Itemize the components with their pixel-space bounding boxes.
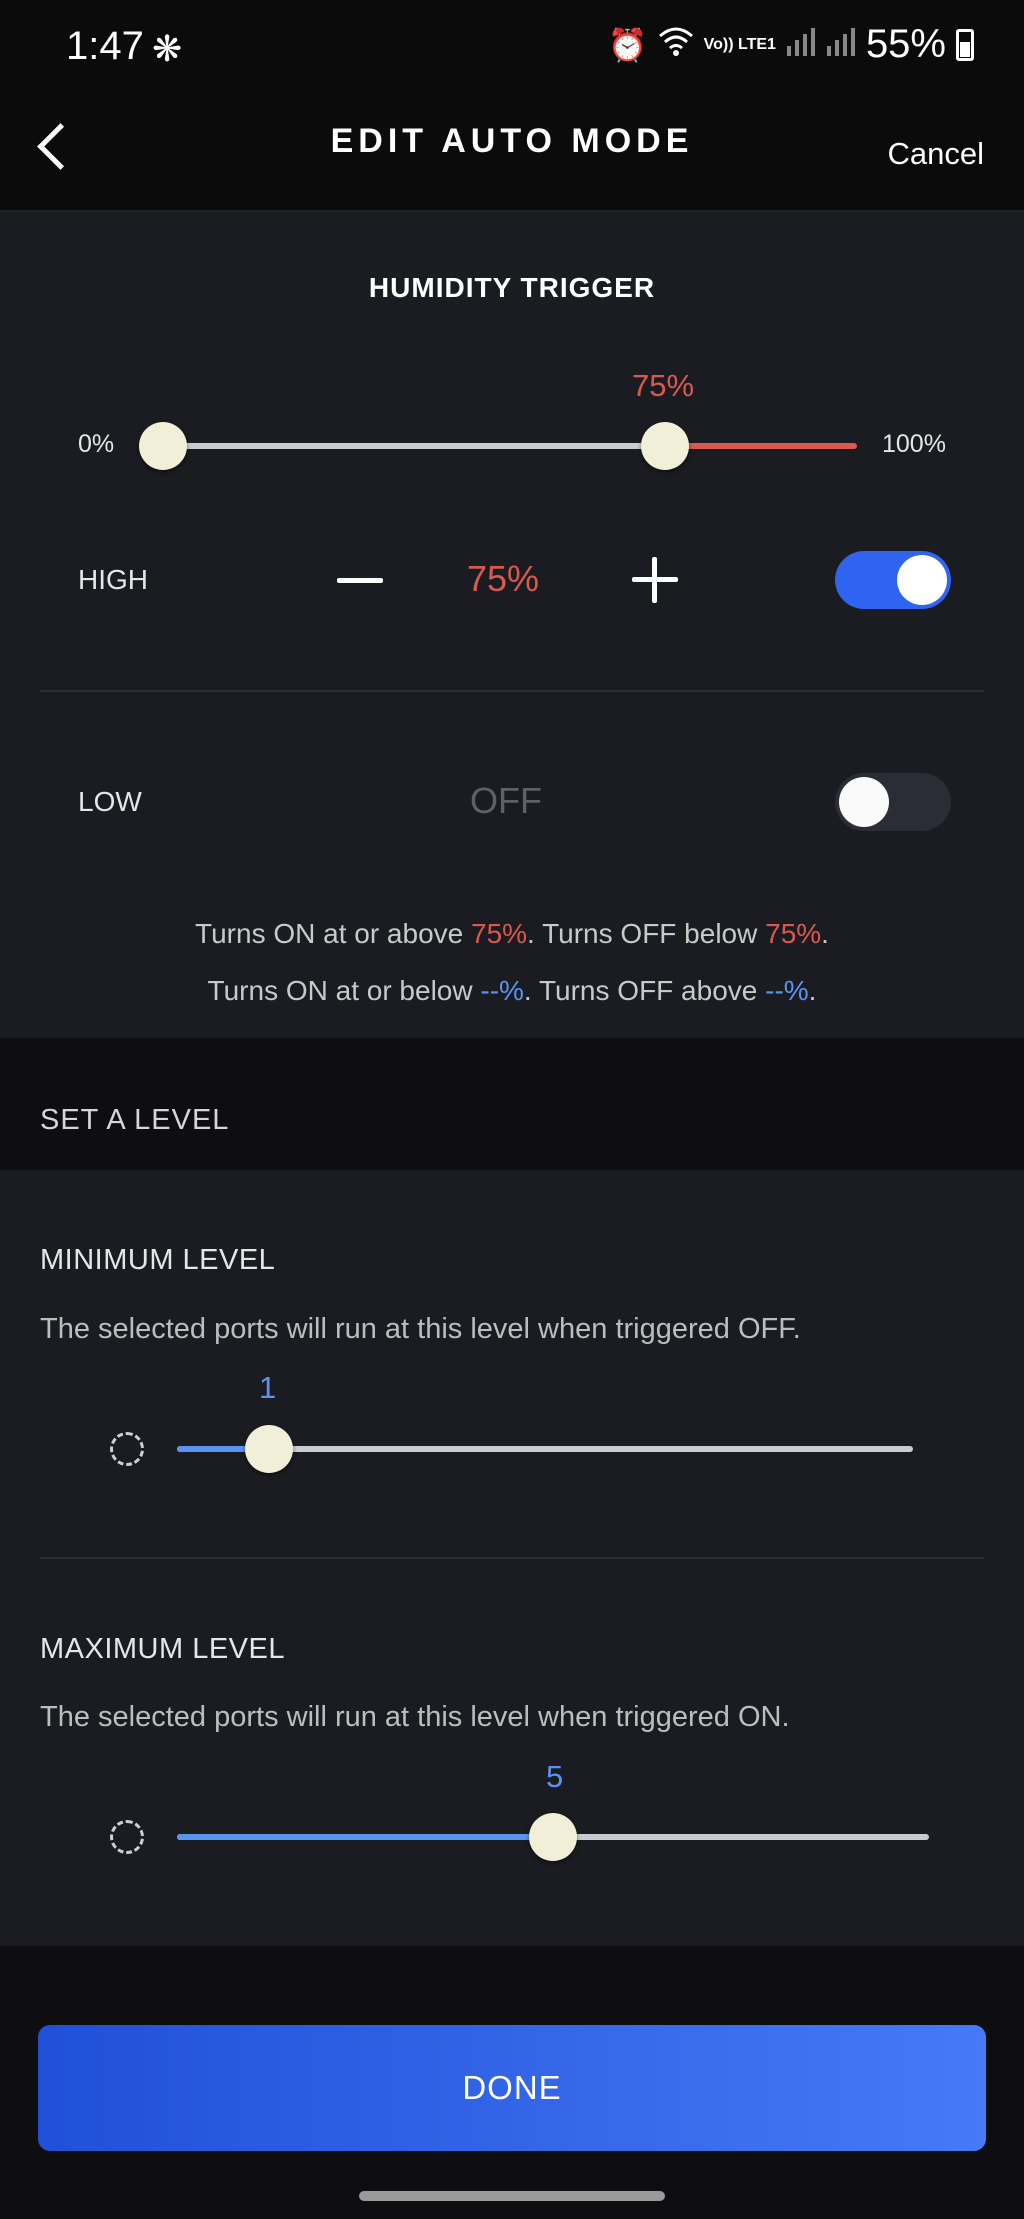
- set-level-title: SET A LEVEL: [40, 1104, 230, 1136]
- humidity-trigger-title: HUMIDITY TRIGGER: [368, 272, 656, 303]
- divider: [40, 1557, 984, 1559]
- low-trigger-note: Turns ON at or below --%. Turns OFF abov…: [0, 975, 1024, 1007]
- slider-min-label: 0%: [78, 430, 115, 458]
- note-text: . Turns OFF below: [527, 918, 766, 949]
- decrease-button[interactable]: [337, 578, 383, 583]
- status-indicators: ⏰ Vo)) LTE1 55%: [608, 22, 974, 67]
- battery-percent: 55%: [865, 22, 946, 66]
- note-value: --%: [480, 975, 524, 1006]
- note-text: .: [808, 975, 817, 1006]
- signal-icon-2: [826, 28, 856, 61]
- wifi-icon: [658, 26, 694, 64]
- minimum-level-value: 1: [259, 1370, 277, 1405]
- dashed-circle-icon: [110, 1820, 144, 1854]
- minimum-level-description: The selected ports will run at this leve…: [40, 1313, 801, 1345]
- maximum-level-value: 5: [546, 1759, 564, 1794]
- note-value: 75%: [471, 918, 528, 949]
- humidity-slider-track: [163, 443, 665, 449]
- high-toggle[interactable]: [835, 551, 951, 609]
- humidity-slider-high-knob[interactable]: [641, 422, 689, 470]
- status-time: 1:47: [66, 24, 144, 68]
- alarm-icon: ⏰: [607, 26, 648, 63]
- high-trigger-note: Turns ON at or above 75%. Turns OFF belo…: [0, 918, 1024, 950]
- note-value: --%: [765, 975, 809, 1006]
- high-label: HIGH: [78, 564, 148, 595]
- humidity-slider-value-label: 75%: [632, 368, 695, 403]
- signal-icon: [786, 28, 816, 61]
- low-label: LOW: [78, 786, 142, 817]
- dashed-circle-icon: [110, 1432, 144, 1466]
- page-title: EDIT AUTO MODE: [330, 122, 694, 160]
- humidity-trigger-panel: [0, 212, 1024, 1038]
- toggle-knob: [839, 777, 889, 827]
- maximum-level-knob[interactable]: [529, 1813, 577, 1861]
- note-text: .: [821, 918, 829, 949]
- home-indicator[interactable]: [359, 2191, 665, 2201]
- note-text: Turns ON at or above: [195, 918, 471, 949]
- note-text: Turns ON at or below: [207, 975, 481, 1006]
- fan-icon: ❋: [152, 28, 183, 69]
- minimum-level-title: MINIMUM LEVEL: [40, 1244, 276, 1276]
- note-value: 75%: [765, 918, 822, 949]
- minimum-level-knob[interactable]: [245, 1425, 293, 1473]
- maximum-level-title: MAXIMUM LEVEL: [40, 1633, 285, 1665]
- slider-max-label: 100%: [882, 430, 946, 458]
- divider: [40, 690, 984, 692]
- done-button[interactable]: DONE: [38, 2025, 986, 2151]
- humidity-slider-low-knob[interactable]: [139, 422, 187, 470]
- low-value: OFF: [470, 780, 542, 821]
- battery-icon: [956, 28, 974, 61]
- humidity-slider-high-range: [665, 443, 857, 449]
- cancel-button[interactable]: Cancel: [888, 136, 985, 172]
- maximum-level-description: The selected ports will run at this leve…: [40, 1701, 790, 1733]
- high-value: 75%: [467, 558, 540, 599]
- maximum-level-fill: [177, 1834, 553, 1840]
- increase-button[interactable]: [632, 557, 678, 603]
- lte-indicator: Vo)) LTE1: [703, 35, 776, 53]
- note-text: . Turns OFF above: [523, 975, 766, 1006]
- low-toggle[interactable]: [835, 773, 951, 831]
- toggle-knob: [897, 555, 947, 605]
